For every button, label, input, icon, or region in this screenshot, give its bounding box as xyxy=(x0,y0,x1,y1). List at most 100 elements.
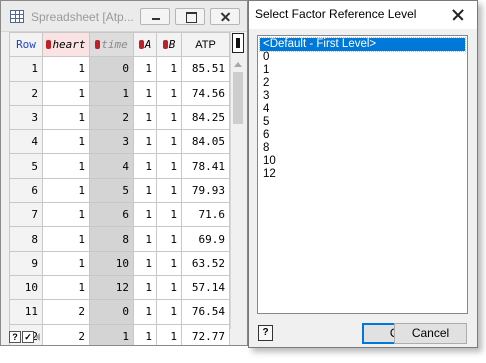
list-item[interactable]: 6 xyxy=(260,129,465,142)
list-item[interactable]: 1 xyxy=(260,64,465,77)
maximize-icon[interactable] xyxy=(175,8,205,25)
cell-heart[interactable]: 1 xyxy=(42,80,90,106)
cell-a[interactable]: 1 xyxy=(133,80,157,106)
close-icon[interactable] xyxy=(449,6,467,24)
spreadsheet-title-bar[interactable]: Spreadsheet [Atp... xyxy=(1,1,247,32)
row-number-cell[interactable]: 6 xyxy=(9,177,43,204)
row-number-cell[interactable]: 4 xyxy=(9,129,43,155)
cell-a[interactable]: 1 xyxy=(133,129,157,155)
cell-time[interactable]: 4 xyxy=(89,153,134,179)
cell-heart[interactable]: 1 xyxy=(42,226,90,252)
cell-a[interactable]: 1 xyxy=(133,104,157,131)
cell-time[interactable]: 0 xyxy=(89,56,134,82)
cell-time[interactable]: 8 xyxy=(89,226,134,252)
cell-heart[interactable]: 1 xyxy=(42,153,90,179)
row-number-cell[interactable]: 9 xyxy=(9,250,43,276)
cell-heart[interactable]: 1 xyxy=(42,129,90,155)
cell-b[interactable]: 1 xyxy=(156,226,182,252)
vertical-scrollbar[interactable] xyxy=(230,32,245,329)
cell-time[interactable]: 5 xyxy=(89,177,134,204)
cell-heart[interactable]: 2 xyxy=(42,299,90,325)
column-header-heart[interactable]: heart xyxy=(42,31,90,58)
cell-b[interactable]: 1 xyxy=(156,80,182,106)
row-number-cell[interactable]: 3 xyxy=(9,104,43,131)
reference-level-list[interactable]: <Default - First Level> 0 1 2 3 4 5 6 8 10 12 xyxy=(257,35,468,314)
list-item[interactable]: 0 xyxy=(260,51,465,64)
checkmark-icon[interactable]: ✓ xyxy=(22,331,34,343)
cell-time[interactable]: 1 xyxy=(89,80,134,106)
cell-b[interactable]: 1 xyxy=(156,274,182,301)
list-item[interactable]: 2 xyxy=(260,77,465,90)
list-item[interactable]: 10 xyxy=(260,155,465,168)
column-header-atp[interactable]: ATP xyxy=(181,31,230,58)
cell-b[interactable]: 1 xyxy=(156,129,182,155)
cell-atp[interactable]: 71.6 xyxy=(181,202,230,228)
cell-atp[interactable]: 69.9 xyxy=(181,226,230,252)
row-number-cell[interactable]: 11 xyxy=(9,299,43,325)
cell-b[interactable]: 1 xyxy=(156,153,182,179)
cell-atp[interactable]: 74.56 xyxy=(181,80,230,106)
list-item[interactable]: 8 xyxy=(260,142,465,155)
minimize-icon[interactable] xyxy=(140,8,170,25)
cell-atp[interactable]: 79.93 xyxy=(181,177,230,204)
cell-a[interactable]: 1 xyxy=(133,299,157,325)
cell-atp[interactable]: 63.52 xyxy=(181,250,230,276)
row-number-cell[interactable]: 1 xyxy=(9,56,43,82)
cell-a[interactable]: 1 xyxy=(133,274,157,301)
row-number-cell[interactable]: 7 xyxy=(9,202,43,228)
cell-atp[interactable]: 78.41 xyxy=(181,153,230,179)
cell-b[interactable]: 1 xyxy=(156,250,182,276)
cell-a[interactable]: 1 xyxy=(133,56,157,82)
scroll-lock-icon[interactable] xyxy=(232,33,244,53)
cell-heart[interactable]: 1 xyxy=(42,104,90,131)
column-header-a[interactable]: A xyxy=(133,31,157,58)
cell-time[interactable]: 3 xyxy=(89,129,134,155)
cell-atp[interactable]: 57.14 xyxy=(181,274,230,301)
list-item[interactable]: 12 xyxy=(260,168,465,181)
cell-a[interactable]: 1 xyxy=(133,153,157,179)
row-number-cell[interactable]: 8 xyxy=(9,226,43,252)
cell-atp[interactable]: 84.05 xyxy=(181,129,230,155)
cell-time[interactable]: 6 xyxy=(89,202,134,228)
cell-time[interactable]: 0 xyxy=(89,299,134,325)
column-header-row[interactable]: Row xyxy=(9,31,43,58)
cell-atp[interactable]: 85.51 xyxy=(181,56,230,82)
scrollbar-thumb[interactable] xyxy=(233,72,243,124)
cell-b[interactable]: 1 xyxy=(156,104,182,131)
help-icon[interactable]: ? xyxy=(258,325,273,341)
cell-heart[interactable]: 1 xyxy=(42,56,90,82)
cell-a[interactable]: 1 xyxy=(133,177,157,204)
cell-b[interactable]: 1 xyxy=(156,299,182,325)
cell-time[interactable]: 12 xyxy=(89,274,134,301)
cell-a[interactable]: 1 xyxy=(133,202,157,228)
cell-b[interactable]: 1 xyxy=(156,56,182,82)
scroll-left-arrow-icon[interactable] xyxy=(35,333,40,341)
cell-atp[interactable]: 76.54 xyxy=(181,299,230,325)
row-number-cell[interactable]: 10 xyxy=(9,274,43,301)
close-icon[interactable] xyxy=(210,8,240,25)
cell-a[interactable]: 1 xyxy=(133,250,157,276)
cell-time[interactable]: 2 xyxy=(89,104,134,131)
cell-b[interactable]: 1 xyxy=(156,177,182,204)
list-item[interactable]: <Default - First Level> xyxy=(259,37,466,52)
list-item[interactable]: 5 xyxy=(260,116,465,129)
cancel-button[interactable]: Cancel xyxy=(394,323,467,344)
cell-a[interactable]: 1 xyxy=(133,226,157,252)
cell-heart[interactable]: 1 xyxy=(42,250,90,276)
cell-time[interactable]: 10 xyxy=(89,250,134,276)
row-number-cell[interactable]: 5 xyxy=(9,153,43,179)
cell-atp[interactable]: 84.25 xyxy=(181,104,230,131)
cell-heart[interactable]: 1 xyxy=(42,202,90,228)
scroll-up-arrow-icon[interactable] xyxy=(234,62,242,67)
column-header-b[interactable]: B xyxy=(156,31,182,58)
cell-heart[interactable]: 1 xyxy=(42,177,90,204)
cell-b[interactable]: 1 xyxy=(156,202,182,228)
cell-heart[interactable]: 1 xyxy=(42,274,90,301)
list-item[interactable]: 4 xyxy=(260,103,465,116)
help-icon[interactable]: ? xyxy=(9,331,21,343)
list-item[interactable]: 3 xyxy=(260,90,465,103)
grid-body: 1 1 0 1 1 85.51 2 1 1 1 1 74.56 3 1 2 1 1 84.25 4 1 3 1 1 84.05… xyxy=(9,56,230,345)
row-number-cell[interactable]: 2 xyxy=(9,80,43,106)
column-header-time[interactable]: time xyxy=(89,31,134,58)
dialog-title-bar[interactable]: Select Factor Reference Level xyxy=(249,1,477,29)
